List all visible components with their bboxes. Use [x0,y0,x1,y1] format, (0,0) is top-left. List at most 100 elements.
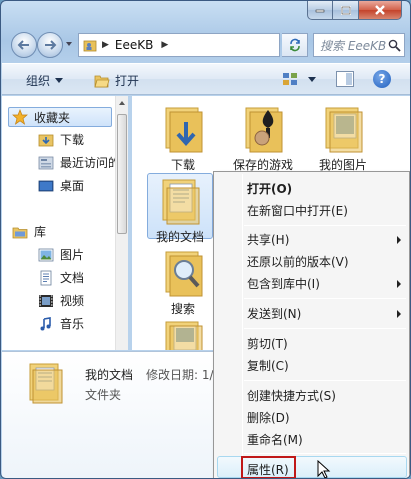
nav-pictures[interactable]: 图片 [38,246,84,263]
file-item-label: 我的文档 [155,230,204,244]
folder-icon [165,321,203,350]
menu-item-rename[interactable]: 重命名(M) [247,431,303,448]
file-item-my-pictures[interactable]: 我的图片 [310,102,376,173]
address-bar[interactable]: ▶ EeeKB ▶ [78,33,280,57]
documents-folder-icon [162,179,200,225]
nav-recent[interactable]: 最近访问的 [38,154,120,171]
file-item-downloads[interactable]: 下载 [150,102,216,173]
navigation-pane: 收藏夹 下载 最近访问的 桌面 库 图片 文档 视频 音乐 [2,96,128,350]
open-folder-icon [94,75,110,87]
nav-desktop-label: 桌面 [60,179,85,193]
downloads-folder-icon [165,107,203,153]
nav-libraries[interactable]: 库 [12,223,46,240]
nav-documents-label: 文档 [60,271,85,285]
file-item-folder[interactable] [150,316,216,350]
menu-separator [244,380,406,381]
music-icon [40,316,51,330]
nav-documents[interactable]: 文档 [38,269,84,286]
nav-pane-scrollbar[interactable] [115,96,128,350]
file-item-label: 搜索 [170,302,195,316]
caption-buttons [307,1,402,21]
submenu-arrow-icon [397,280,401,288]
menu-gutter [242,174,243,477]
menu-item-create-shortcut[interactable]: 创建快捷方式(S) [247,387,336,404]
nav-downloads-label: 下载 [60,133,85,147]
searches-folder-icon [165,251,203,297]
search-input[interactable]: 搜索 EeeKB [320,37,388,54]
breadcrumb-separator-icon[interactable]: ▶ [102,40,109,50]
search-icon[interactable] [388,39,401,52]
pictures-icon [38,248,54,261]
maximize-button[interactable] [333,1,359,20]
desktop-icon [38,180,54,191]
scrollbar-thumb[interactable] [117,114,127,234]
menu-item-delete[interactable]: 删除(D) [247,409,290,426]
saved-games-folder-icon [245,107,283,153]
recent-pages-chevron-icon[interactable] [66,42,72,46]
menu-separator [244,298,406,299]
submenu-arrow-icon [397,236,401,244]
change-view-button[interactable] [282,72,316,86]
menu-item-copy[interactable]: 复制(C) [247,357,289,374]
submenu-arrow-icon [397,310,401,318]
forward-button[interactable] [37,32,63,58]
view-chevron-down-icon [308,76,316,82]
breadcrumb-chevron-icon[interactable]: ▶ [161,40,168,50]
menu-item-share[interactable]: 共享(H) [247,231,289,248]
nav-favorites[interactable]: 收藏夹 [8,107,112,127]
command-bar: 组织 打开 ? [2,63,410,95]
nav-music-label: 音乐 [60,317,85,331]
menu-separator [244,453,406,454]
nav-favorites-label: 收藏夹 [34,110,71,125]
menu-separator [244,328,406,329]
nav-recent-label: 最近访问的 [60,156,121,170]
forward-arrow-icon [45,40,57,50]
file-item-label: 下载 [170,158,195,172]
preview-pane-button[interactable] [336,71,354,87]
menu-item-include-in-library[interactable]: 包含到库中(I) [247,275,320,292]
nav-videos-label: 视频 [60,294,85,308]
documents-icon [40,270,52,285]
recent-places-icon [38,156,54,169]
menu-item-cut[interactable]: 剪切(T) [247,335,288,352]
menu-item-open[interactable]: 打开(O) [247,180,292,197]
mouse-cursor-icon [317,460,331,478]
explorer-window: ▶ EeeKB ▶ 搜索 EeeKB 组织 打开 ? 收藏夹 下载 最近访问的 … [0,0,411,479]
organize-label: 组织 [26,74,51,88]
selected-folder-icon [29,363,63,404]
help-button[interactable]: ? [373,70,391,88]
chevron-down-icon [55,78,64,83]
minimize-button[interactable] [307,1,333,20]
videos-icon [39,294,53,307]
search-box[interactable]: 搜索 EeeKB [313,33,405,57]
organize-button[interactable]: 组织 [26,72,64,89]
close-button[interactable] [359,1,402,20]
nav-pictures-label: 图片 [60,248,85,262]
file-item-my-documents[interactable]: 我的文档 [147,173,213,244]
menu-item-open-new-window[interactable]: 在新窗口中打开(E) [247,202,348,219]
refresh-button[interactable] [282,33,308,57]
file-item-saved-games[interactable]: 保存的游戏 [230,102,296,173]
nav-downloads[interactable]: 下载 [38,131,84,148]
menu-item-restore-versions[interactable]: 还原以前的版本(V) [247,253,349,270]
library-icon [12,227,28,238]
details-modified: 修改日期: 1/ [146,368,214,382]
nav-videos[interactable]: 视频 [38,292,84,309]
nav-music[interactable]: 音乐 [38,315,84,332]
refresh-icon [289,38,300,52]
back-arrow-icon [17,40,29,50]
open-button[interactable]: 打开 [94,72,139,89]
star-icon [12,109,28,125]
downloads-folder-icon [38,134,54,146]
nav-desktop[interactable]: 桌面 [38,177,84,194]
menu-item-send-to[interactable]: 发送到(N) [247,305,301,322]
menu-separator [244,225,406,226]
back-button[interactable] [11,32,37,58]
open-label: 打开 [115,74,140,88]
breadcrumb-eeekb[interactable]: EeeKB [115,38,153,52]
context-menu: 打开(O) 在新窗口中打开(E) 共享(H) 还原以前的版本(V) 包含到库中(… [213,171,410,478]
scroll-up-icon[interactable] [119,101,125,105]
details-type: 文件夹 [85,388,122,402]
pictures-folder-icon [325,107,363,153]
file-item-searches[interactable]: 搜索 [150,246,216,317]
